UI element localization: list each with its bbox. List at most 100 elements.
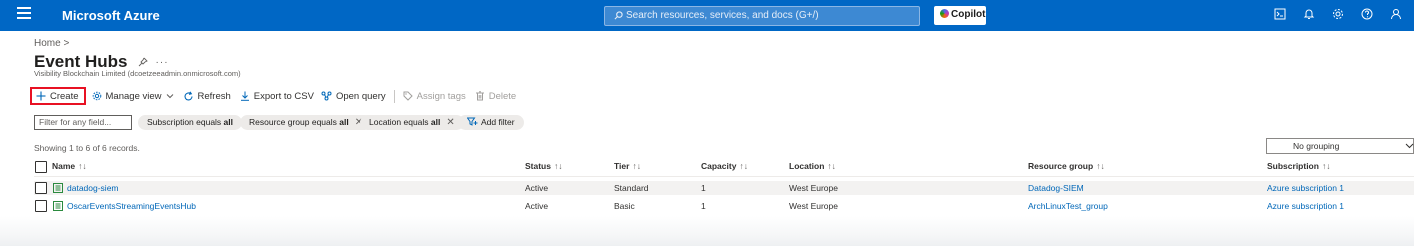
refresh-icon (183, 91, 193, 100)
row-subscription-link[interactable]: Azure subscription 1 (1267, 201, 1344, 211)
chevron-down-icon (166, 94, 173, 99)
bell-icon[interactable] (1303, 8, 1315, 20)
assign-tags-label: Assign tags (416, 90, 466, 102)
row-name-link[interactable]: datadog-siem (67, 183, 119, 193)
page-subtitle: Visibility Blockchain Limited (dcoetzeea… (34, 69, 241, 78)
sort-icon: ↑↓ (739, 161, 748, 171)
breadcrumb-separator: > (63, 38, 70, 49)
resource-group-filter-text: Resource group equals (249, 117, 340, 127)
grouping-dropdown[interactable]: No grouping (1266, 138, 1414, 154)
plus-icon (36, 91, 46, 101)
search-icon (614, 11, 623, 20)
subscription-filter-pill[interactable]: Subscription equals all (138, 115, 242, 130)
command-toolbar: Create Manage view Refresh Export to CSV… (30, 87, 516, 105)
column-header-capacity-label: Capacity (701, 161, 737, 171)
column-header-subscription[interactable]: Subscription ↑↓ (1267, 161, 1330, 171)
records-count: Showing 1 to 6 of 6 records. (34, 143, 140, 153)
chevron-down-icon (1405, 143, 1414, 149)
portal-brand[interactable]: Microsoft Azure (62, 8, 160, 23)
copilot-icon (940, 9, 949, 18)
column-header-location-label: Location (789, 161, 825, 171)
subscription-filter-text: Subscription equals (147, 117, 224, 127)
row-resource-group-link[interactable]: ArchLinuxTest_group (1028, 201, 1108, 211)
column-header-tier[interactable]: Tier ↑↓ (614, 161, 641, 171)
row-status: Active (525, 183, 549, 193)
table-row[interactable]: OscarEventsStreamingEventsHub Active Bas… (34, 199, 1414, 213)
delete-button[interactable]: Delete (475, 91, 516, 102)
page-bottom-fade (0, 216, 1414, 246)
create-button[interactable]: Create (30, 87, 86, 105)
download-icon (240, 91, 249, 101)
tag-icon (403, 91, 413, 101)
column-header-subscription-label: Subscription (1267, 161, 1319, 171)
row-subscription-link[interactable]: Azure subscription 1 (1267, 183, 1344, 193)
add-filter-icon (466, 117, 478, 126)
hamburger-menu-icon[interactable] (17, 7, 31, 21)
event-hub-namespace-icon (53, 183, 63, 193)
filter-input[interactable]: Filter for any field... (34, 115, 132, 130)
breadcrumb-home-link[interactable]: Home (34, 38, 61, 49)
create-label: Create (50, 90, 79, 102)
manage-view-button[interactable]: Manage view (92, 91, 174, 102)
delete-label: Delete (488, 90, 517, 102)
column-header-name-label: Name (52, 161, 76, 171)
event-hub-namespace-icon (53, 201, 63, 211)
sort-icon: ↑↓ (78, 161, 87, 171)
global-search-placeholder: Search resources, services, and docs (G+… (626, 10, 819, 21)
open-query-button[interactable]: Open query (321, 91, 386, 102)
location-filter-text: Location equals (369, 117, 431, 127)
table-row[interactable]: datadog-siem Active Standard 1 West Euro… (34, 181, 1414, 195)
row-name-link[interactable]: OscarEventsStreamingEventsHub (67, 201, 196, 211)
column-header-resource-group[interactable]: Resource group ↑↓ (1028, 161, 1105, 171)
row-checkbox[interactable] (35, 200, 47, 212)
manage-view-label: Manage view (105, 90, 162, 102)
resource-group-filter-pill[interactable]: Resource group equals all ✕ (240, 115, 373, 130)
grouping-value: No grouping (1293, 141, 1340, 151)
refresh-label: Refresh (197, 90, 231, 102)
select-all-checkbox[interactable] (35, 161, 47, 173)
column-header-tier-label: Tier (614, 161, 630, 171)
sort-icon: ↑↓ (1096, 161, 1105, 171)
row-tier: Standard (614, 183, 649, 193)
export-csv-label: Export to CSV (253, 90, 314, 102)
subscription-filter-value: all (223, 117, 233, 127)
row-capacity: 1 (701, 183, 706, 193)
assign-tags-button[interactable]: Assign tags (403, 91, 466, 102)
feedback-icon[interactable] (1390, 8, 1402, 20)
column-header-name[interactable]: Name ↑↓ (52, 161, 87, 171)
column-header-capacity[interactable]: Capacity ↑↓ (701, 161, 748, 171)
pin-icon[interactable] (138, 57, 148, 67)
row-location: West Europe (789, 201, 838, 211)
row-resource-group-link[interactable]: Datadog-SIEM (1028, 183, 1084, 193)
gear-icon[interactable] (1332, 8, 1344, 20)
refresh-button[interactable]: Refresh (183, 91, 231, 102)
add-filter-button[interactable]: Add filter (458, 115, 524, 130)
cloud-shell-icon[interactable] (1274, 8, 1286, 20)
close-icon[interactable]: ✕ (446, 117, 454, 128)
gear-icon (92, 91, 101, 101)
row-capacity: 1 (701, 201, 706, 211)
column-header-location[interactable]: Location ↑↓ (789, 161, 836, 171)
copilot-button[interactable]: Copilot (934, 6, 986, 25)
sort-icon: ↑↓ (553, 161, 563, 171)
location-filter-pill[interactable]: Location equals all ✕ (360, 115, 464, 130)
column-header-status[interactable]: Status ↑↓ (525, 161, 562, 171)
column-header-resource-group-label: Resource group (1028, 161, 1094, 171)
sort-icon: ↑↓ (827, 161, 836, 171)
toolbar-divider (393, 89, 395, 103)
breadcrumb: Home > (34, 38, 69, 49)
copilot-label: Copilot (951, 9, 986, 20)
export-csv-button[interactable]: Export to CSV (240, 91, 314, 102)
row-checkbox[interactable] (35, 182, 47, 194)
trash-icon (475, 91, 484, 101)
row-status: Active (525, 201, 549, 211)
column-header-status-label: Status (525, 161, 551, 171)
help-icon[interactable] (1361, 8, 1373, 20)
global-search-input[interactable]: Search resources, services, and docs (G+… (604, 6, 920, 26)
row-tier: Basic (614, 201, 635, 211)
more-options-icon[interactable]: ··· (156, 57, 169, 68)
resource-group-filter-value: all (339, 117, 349, 127)
query-icon (321, 91, 332, 101)
row-location: West Europe (789, 183, 838, 193)
top-navigation-bar: Microsoft Azure Search resources, servic… (0, 0, 1414, 31)
